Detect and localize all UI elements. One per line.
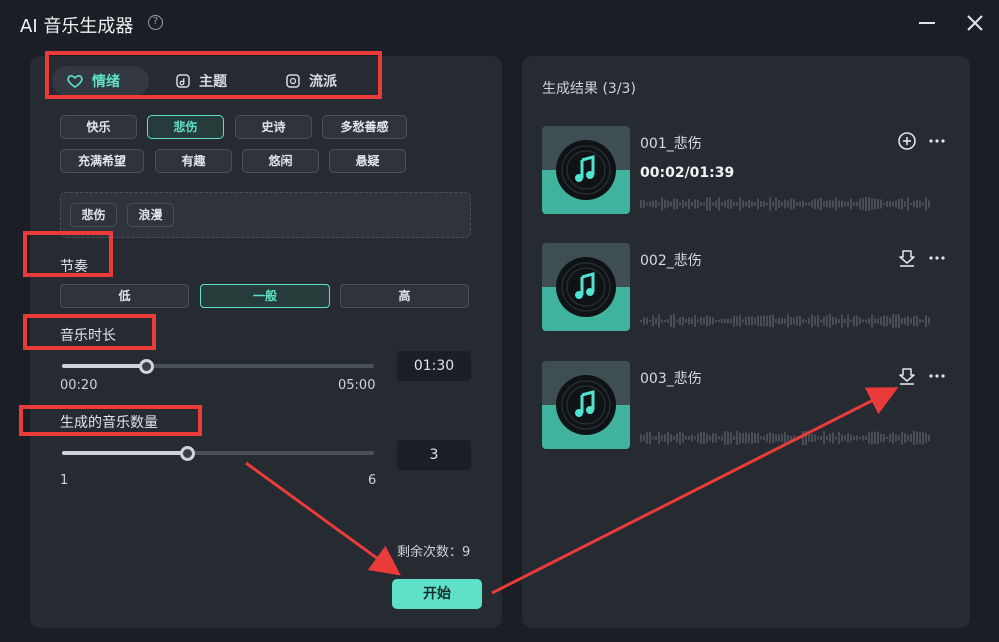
mood-chip-sad[interactable]: 悲伤 — [147, 115, 224, 139]
selected-tag[interactable]: 悲伤 — [70, 203, 117, 227]
count-slider-thumb[interactable] — [180, 446, 195, 461]
annotation-box-tabs — [45, 51, 382, 99]
count-max: 6 — [368, 473, 377, 488]
download-icon[interactable] — [897, 366, 917, 386]
more-icon[interactable] — [927, 248, 947, 268]
count-slider-fill — [62, 451, 187, 455]
music-disc-icon — [542, 126, 630, 214]
track-time: 00:02/01:39 — [640, 165, 735, 181]
count-value[interactable]: 3 — [397, 440, 471, 470]
tempo-high[interactable]: 高 — [340, 284, 469, 308]
track-thumbnail[interactable] — [542, 243, 630, 331]
duration-value[interactable]: 01:30 — [397, 351, 471, 381]
music-disc-icon — [542, 243, 630, 331]
duration-min: 00:20 — [60, 378, 98, 393]
annotation-box-count — [19, 405, 202, 436]
waveform[interactable] — [640, 312, 932, 330]
window-title: AI 音乐生成器 — [20, 16, 134, 37]
remaining-count: 剩余次数：9 — [397, 545, 471, 560]
track-name: 001_悲伤 — [640, 136, 702, 152]
annotation-box-duration — [23, 314, 156, 350]
minimize-icon[interactable] — [915, 11, 939, 35]
count-min: 1 — [60, 473, 69, 488]
download-icon[interactable] — [897, 248, 917, 268]
more-icon[interactable] — [927, 131, 947, 151]
duration-slider-thumb[interactable] — [139, 359, 154, 374]
waveform[interactable] — [640, 195, 932, 213]
selected-tag[interactable]: 浪漫 — [127, 203, 174, 227]
track-name: 003_悲伤 — [640, 371, 702, 387]
mood-chip-relaxed[interactable]: 悠闲 — [242, 149, 319, 173]
tempo-medium[interactable]: 一般 — [200, 284, 330, 308]
track-thumbnail[interactable] — [542, 361, 630, 449]
mood-chip-fun[interactable]: 有趣 — [155, 149, 232, 173]
title-bar: AI 音乐生成器 ? — [0, 0, 999, 48]
close-icon[interactable] — [963, 11, 987, 35]
waveform[interactable] — [640, 429, 932, 447]
track-thumbnail[interactable] — [542, 126, 630, 214]
track-name: 002_悲伤 — [640, 253, 702, 269]
annotation-box-tempo — [23, 231, 113, 277]
music-disc-icon — [542, 361, 630, 449]
duration-slider-fill — [62, 364, 146, 368]
mood-chip-suspense[interactable]: 悬疑 — [329, 149, 406, 173]
mood-chip-epic[interactable]: 史诗 — [235, 115, 312, 139]
selected-tags-box — [60, 192, 471, 238]
duration-max: 05:00 — [338, 378, 376, 393]
start-button[interactable]: 开始 — [392, 579, 482, 609]
tempo-low[interactable]: 低 — [60, 284, 189, 308]
help-icon[interactable]: ? — [148, 15, 163, 30]
mood-chip-hopeful[interactable]: 充满希望 — [60, 149, 144, 173]
results-title: 生成结果 (3/3) — [542, 81, 636, 97]
mood-chip-happy[interactable]: 快乐 — [60, 115, 137, 139]
add-circle-icon[interactable] — [897, 131, 917, 151]
mood-chip-sentimental[interactable]: 多愁善感 — [322, 115, 407, 139]
more-icon[interactable] — [927, 366, 947, 386]
